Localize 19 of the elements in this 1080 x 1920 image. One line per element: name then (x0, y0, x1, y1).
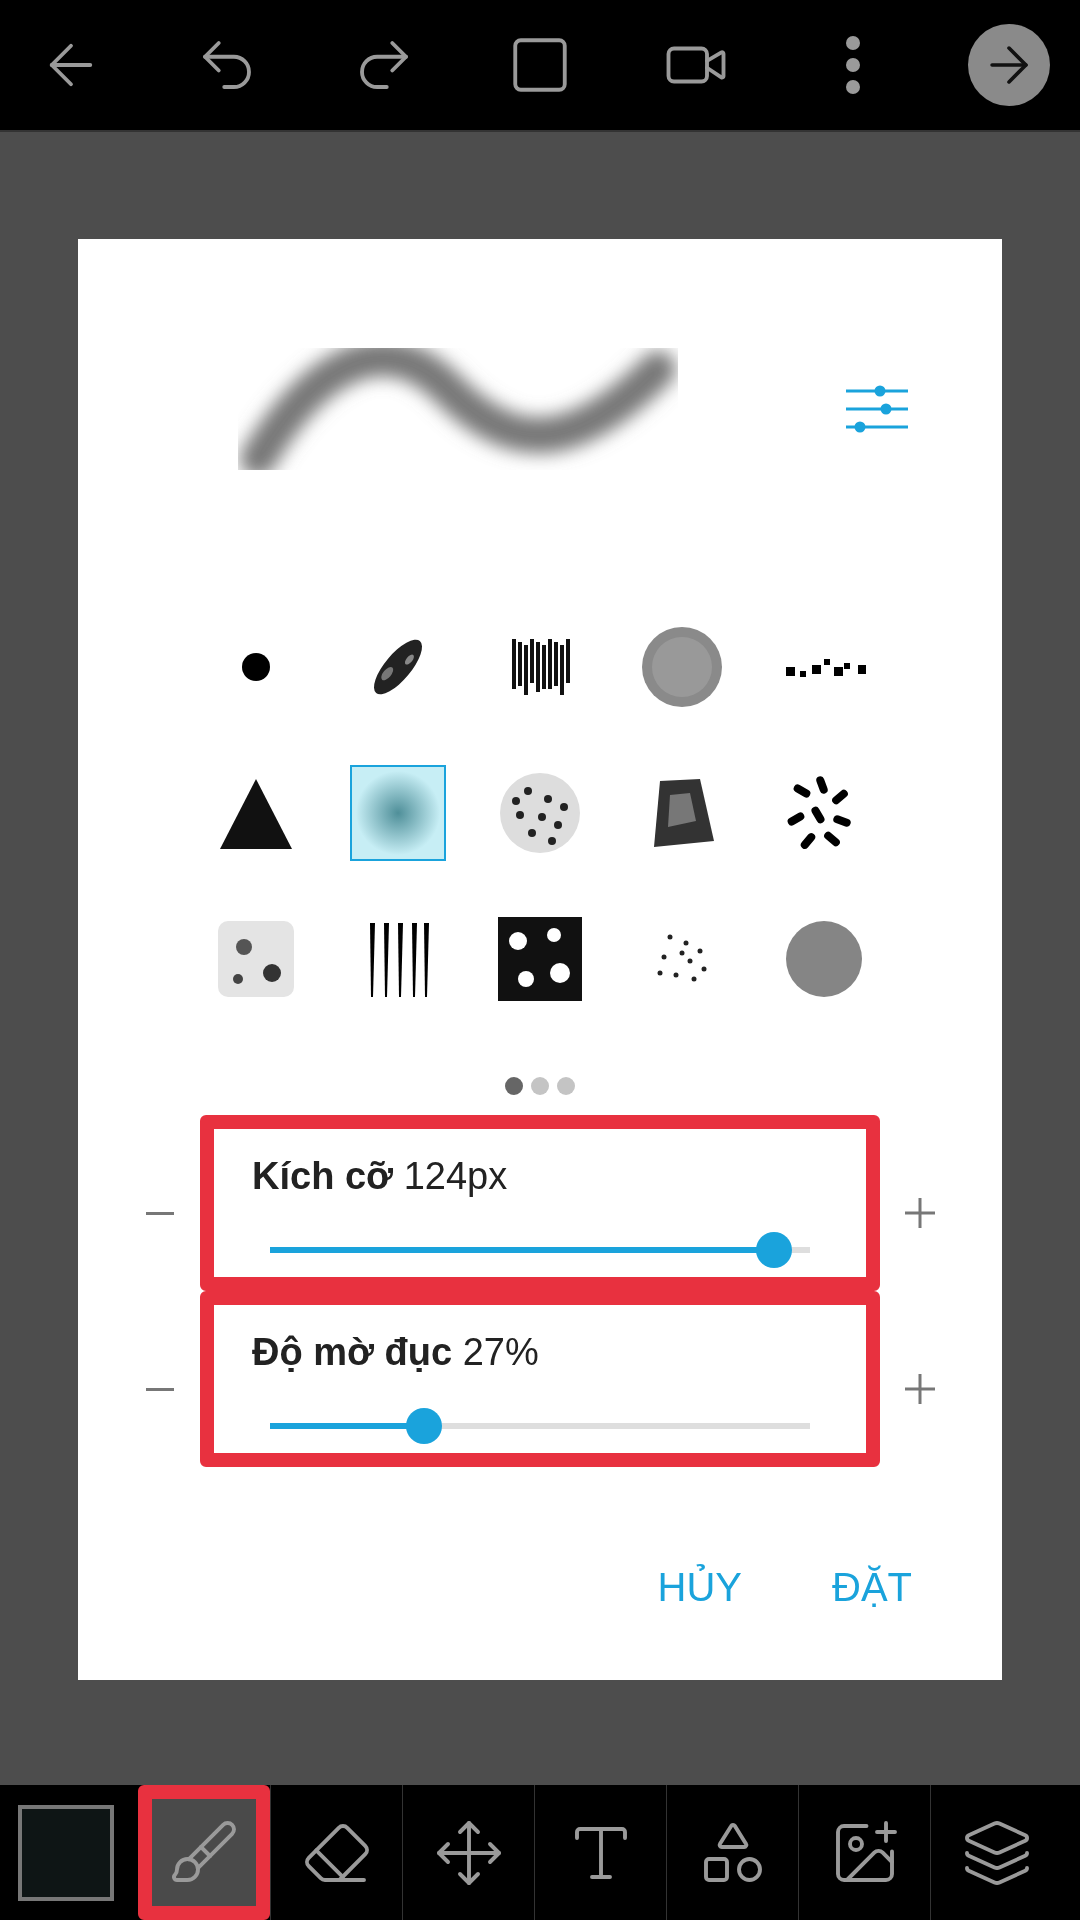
slider-thumb[interactable] (406, 1408, 443, 1444)
brush-tip-icon (498, 917, 582, 1001)
brush-tip-icon (498, 771, 582, 855)
slider-value: 27% (462, 1331, 539, 1373)
settings-sliders-icon (846, 385, 908, 433)
set-button[interactable]: ĐẶT (822, 1547, 922, 1627)
more-icon (845, 36, 860, 94)
slider-thumb[interactable] (756, 1232, 793, 1268)
brush-tool[interactable] (138, 1785, 270, 1920)
plus-icon (905, 1198, 935, 1228)
plus-icon (905, 1374, 935, 1404)
slider-value: 124px (403, 1155, 508, 1197)
minus-icon (146, 1387, 174, 1391)
color-swatch[interactable] (18, 1804, 114, 1901)
slider-label: Độ mờ đục (252, 1331, 453, 1373)
cancel-button[interactable]: HỦY (647, 1547, 752, 1627)
slider-label: Kích cỡ (252, 1155, 394, 1197)
brush-tip-icon (640, 625, 724, 709)
minus-icon (146, 1211, 174, 1215)
